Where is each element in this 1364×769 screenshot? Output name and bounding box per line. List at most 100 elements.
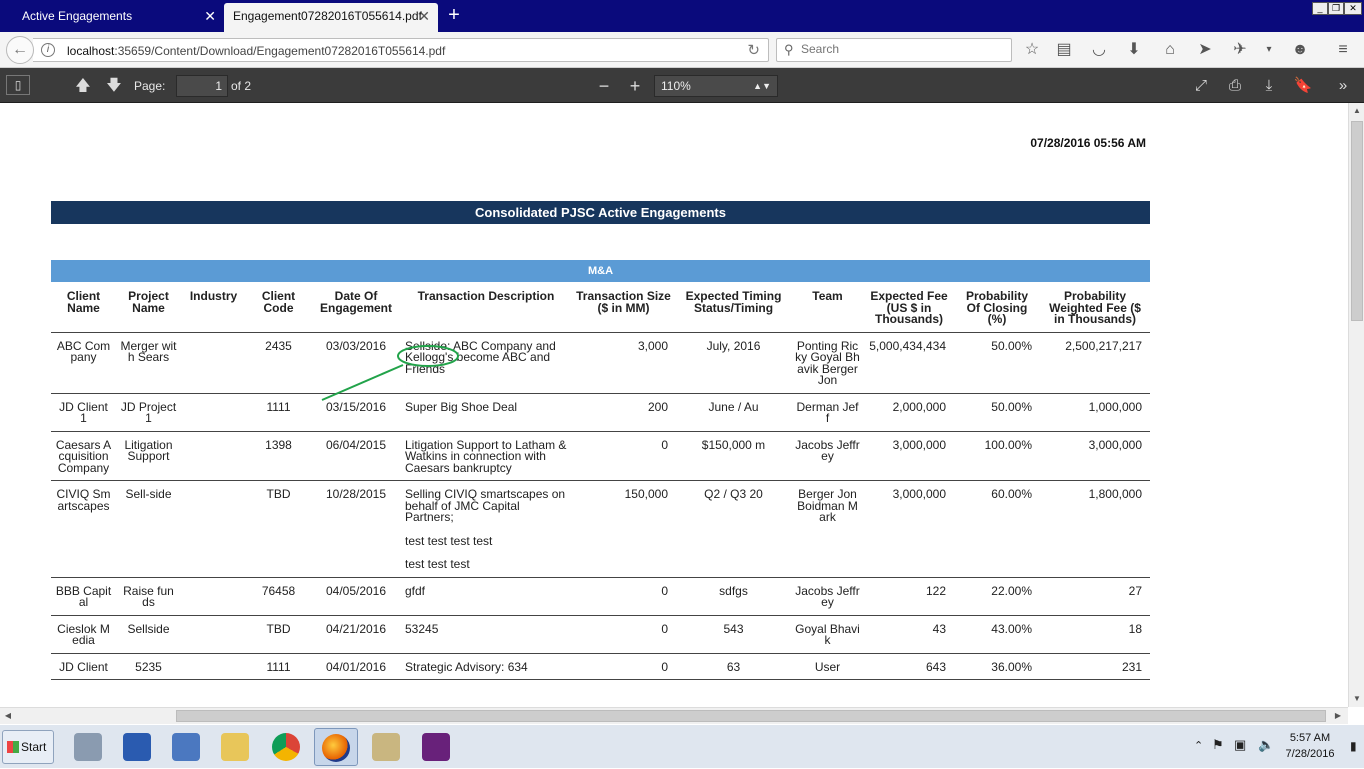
cell-timing: June / Au [676, 393, 791, 432]
description-line: Strategic Advisory: 634 [405, 659, 528, 674]
url-text[interactable]: localhost:35659/Content/Download/Engagem… [67, 44, 445, 58]
windows-logo-icon [7, 741, 19, 753]
firefox-icon[interactable] [314, 728, 358, 766]
start-button[interactable]: Start [2, 730, 54, 764]
restore-window-icon[interactable]: ❐ [1328, 2, 1344, 15]
cell-desc: Super Big Shoe Deal [401, 393, 571, 432]
search-box[interactable]: ⚲ [776, 38, 1012, 62]
reload-icon[interactable]: ↻ [747, 41, 760, 59]
tab-active-engagements[interactable]: Active Engagements ✕ [0, 3, 224, 32]
next-page-icon[interactable]: 🡇 [103, 75, 125, 97]
cell-prob: 36.00% [954, 653, 1040, 680]
cell-date: 04/05/2016 [311, 577, 401, 616]
section-header: M&A [51, 260, 1150, 282]
cell-project: Sell-side [116, 480, 181, 578]
show-hidden-icons-icon[interactable]: ⌃ [1194, 739, 1203, 752]
action-center-flag-icon[interactable]: ⚑ [1212, 737, 1224, 753]
cell-timing: 543 [676, 615, 791, 654]
cell-weighted: 27 [1040, 577, 1150, 616]
close-window-icon[interactable]: ✕ [1344, 2, 1362, 15]
cell-prob: 22.00% [954, 577, 1040, 616]
cell-team: Derman Jeff [791, 393, 864, 432]
page-number-input[interactable] [176, 75, 228, 97]
cell-date: 10/28/2015 [311, 480, 401, 578]
sidebar-toggle-icon[interactable]: ▯ [6, 75, 30, 95]
vertical-scrollbar[interactable]: ▲ ▼ [1348, 103, 1364, 707]
cell-client: BBB Capital [51, 577, 116, 616]
cell-team: User [791, 653, 864, 680]
horizontal-scroll-thumb[interactable] [176, 710, 1326, 722]
cell-code: TBD [246, 480, 311, 578]
file-explorer-icon[interactable] [213, 728, 257, 766]
zoom-value: 110% [661, 79, 691, 93]
horizontal-scrollbar[interactable]: ◀ ▶ [0, 707, 1348, 724]
cell-date: 06/04/2015 [311, 431, 401, 481]
home-icon[interactable]: ⌂ [1159, 40, 1181, 60]
dropdown-arrow-icon[interactable]: ▾ [1258, 40, 1280, 60]
minimize-window-icon[interactable]: _ [1312, 2, 1328, 15]
menu-hamburger-icon[interactable]: ≡ [1332, 40, 1354, 60]
volume-muted-icon[interactable]: 🔈 [1258, 737, 1274, 753]
bookmark-star-icon[interactable]: ☆ [1021, 40, 1043, 60]
cell-prob: 43.00% [954, 615, 1040, 654]
extension-icon[interactable]: ✈ [1229, 40, 1251, 60]
send-icon[interactable]: ➤ [1194, 40, 1216, 60]
address-bar[interactable]: i localhost:35659/Content/Download/Engag… [33, 38, 769, 62]
close-tab-icon[interactable]: ✕ [204, 3, 216, 30]
clock[interactable]: 5:57 AM 7/28/2016 [1280, 730, 1340, 762]
back-arrow-icon[interactable]: ← [6, 36, 34, 64]
server-manager-icon[interactable] [66, 728, 110, 766]
bookmark-icon[interactable]: 🔖 [1292, 75, 1314, 97]
cell-project: Sellside [116, 615, 181, 654]
new-tab-plus-icon[interactable]: + [444, 4, 464, 28]
pdf-toolbar: ▯ 🡅 🡇 Page: of 2 − + 110% ▲▼ ⤢ ⎙ ⤓ 🔖 » [0, 68, 1364, 103]
column-header: Team [791, 283, 864, 333]
cell-fee: 2,000,000 [864, 393, 954, 432]
tab-pdf[interactable]: Engagement07282016T055614.pdf ✕ [224, 3, 438, 32]
chat-icon[interactable]: ☻ [1289, 40, 1311, 60]
show-desktop-icon[interactable]: ▮ [1350, 739, 1357, 753]
network-icon[interactable] [164, 728, 208, 766]
powershell-icon[interactable] [115, 728, 159, 766]
cell-industry [181, 653, 246, 680]
cell-client: Caesars Acquisition Company [51, 431, 116, 481]
search-input[interactable] [801, 42, 1001, 56]
zoom-select[interactable]: 110% ▲▼ [654, 75, 778, 97]
zoom-in-icon[interactable]: + [625, 75, 645, 97]
cell-industry [181, 480, 246, 578]
print-icon[interactable]: ⎙ [1224, 75, 1246, 97]
tools-icon[interactable] [364, 728, 408, 766]
scroll-down-icon[interactable]: ▼ [1351, 693, 1363, 705]
zoom-out-icon[interactable]: − [594, 75, 614, 97]
site-info-icon[interactable]: i [41, 43, 55, 57]
pdf-page[interactable]: 07/28/2016 05:56 AM Consolidated PJSC Ac… [0, 103, 1348, 707]
cell-prob: 50.00% [954, 332, 1040, 394]
cell-team: Berger Jon Boidman Mark [791, 480, 864, 578]
description-line: test test test test [405, 533, 493, 548]
network-tray-icon[interactable]: ▣ [1234, 737, 1246, 753]
vertical-scroll-thumb[interactable] [1351, 121, 1363, 321]
cell-fee: 3,000,000 [864, 480, 954, 578]
scroll-left-icon[interactable]: ◀ [2, 710, 14, 722]
cell-weighted: 231 [1040, 653, 1150, 680]
url-host: localhost [67, 44, 115, 58]
reading-list-icon[interactable]: ▤ [1053, 40, 1075, 60]
search-icon: ⚲ [784, 42, 794, 57]
presentation-mode-icon[interactable]: ⤢ [1190, 75, 1212, 97]
previous-page-icon[interactable]: 🡅 [72, 75, 94, 97]
cell-timing: July, 2016 [676, 332, 791, 394]
chrome-icon[interactable] [264, 728, 308, 766]
download-icon[interactable]: ⤓ [1258, 75, 1280, 97]
tools-chevron-icon[interactable]: » [1332, 75, 1354, 97]
downloads-icon[interactable]: ⬇ [1123, 40, 1145, 60]
cell-industry [181, 393, 246, 432]
visual-studio-icon[interactable] [414, 728, 458, 766]
pocket-icon[interactable]: ◡ [1088, 40, 1110, 60]
scroll-up-icon[interactable]: ▲ [1351, 105, 1363, 117]
report-timestamp: 07/28/2016 05:56 AM [1030, 136, 1146, 150]
column-header: Probability Of Closing (%) [954, 283, 1040, 333]
cell-project: Merger with Sears [116, 332, 181, 394]
scroll-right-icon[interactable]: ▶ [1332, 710, 1344, 722]
tab-label: Engagement07282016T055614.pdf [233, 9, 422, 23]
close-tab-icon[interactable]: ✕ [418, 3, 430, 30]
